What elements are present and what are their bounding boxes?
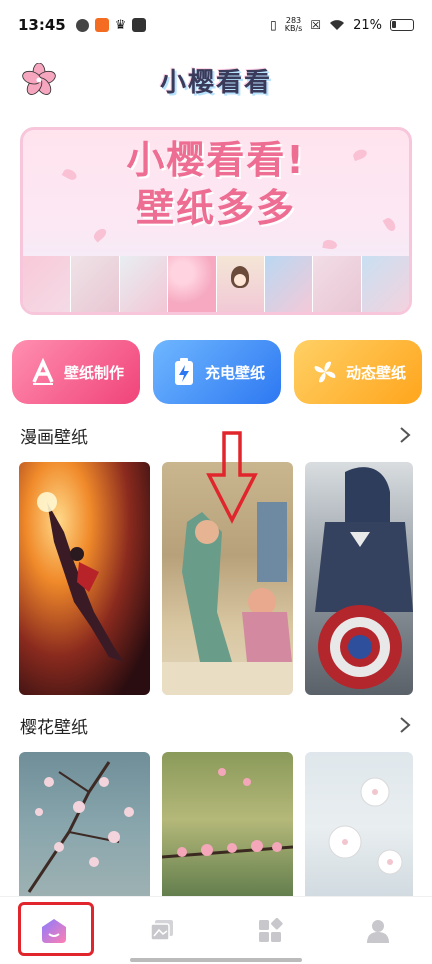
category-row: 壁纸制作 充电壁纸 动态壁纸 [12,340,422,404]
sakura-wallpaper-section-header[interactable]: 樱花壁纸 [20,713,412,738]
wallpaper-thumbnail [313,256,362,312]
wallpaper-card[interactable] [305,462,413,695]
wallpaper-thumbnail [119,256,169,312]
wallpaper-thumbnail [23,256,72,312]
app-notification-icon [94,18,109,32]
crown-icon: ♛ [114,17,127,33]
vibrate-icon: ▯ [270,18,277,32]
live-wallpaper-label: 动态壁纸 [345,363,406,382]
status-bar: 13:45 ♛ ▯ 283 KB/s ☒ 21% [0,0,432,50]
profile-icon [367,919,389,943]
wallpaper-thumbnail [168,256,217,312]
wallpaper-maker-button[interactable]: 壁纸制作 [12,340,140,404]
nav-gallery[interactable] [132,906,192,956]
section-title: 樱花壁纸 [20,717,88,738]
wallpaper-maker-label: 壁纸制作 [63,363,124,382]
app-header: 小樱看看 [0,55,432,105]
hero-figure [37,492,124,662]
status-right: ▯ 283 KB/s ☒ 21% [270,17,414,33]
blossom-flowers [328,777,403,875]
blossom-branch [162,768,293,859]
home-indicator [130,958,302,962]
net-speed: 283 KB/s [284,16,303,33]
chevron-right-icon[interactable] [398,426,412,444]
charging-wallpaper-button[interactable]: 充电壁纸 [153,340,281,404]
hero-figure [315,467,413,689]
battery-percent: 21% [353,17,382,33]
sakura-logo-icon[interactable] [22,63,56,97]
section-title: 漫画壁纸 [20,427,88,448]
apps-icon [259,917,283,942]
wallpaper-card[interactable] [162,752,293,902]
promo-banner[interactable]: 小樱看看! 壁纸多多 [20,127,412,315]
petal-decoration [322,238,338,251]
app-title: 小樱看看 [159,67,272,98]
nav-apps[interactable] [240,906,300,956]
live-wallpaper-button[interactable]: 动态壁纸 [294,340,422,404]
wallpaper-card[interactable] [19,752,150,902]
chevron-right-icon[interactable] [398,716,412,734]
sim-icon: ☒ [310,18,322,32]
wallpaper-card[interactable] [19,462,150,695]
sakura-wallpaper-row [19,752,432,902]
highlight-box [18,902,94,956]
app-notification-icon [75,18,89,32]
banner-headline: 小樱看看! 壁纸多多 [126,138,306,230]
gallery-icon [150,919,173,941]
blossom-branch [27,761,134,893]
message-icon [132,18,147,32]
down-arrow-annotation [206,431,258,524]
nav-profile[interactable] [348,906,408,956]
wallpaper-thumbnail [361,256,409,312]
notification-icons: ♛ [75,17,147,33]
letter-a-icon [28,357,58,387]
wallpaper-thumbnail [71,256,120,312]
charging-wallpaper-label: 充电壁纸 [204,363,265,382]
wifi-icon [330,20,345,30]
banner-wallpaper-strip [23,256,409,312]
pinwheel-icon [310,357,340,387]
wallpaper-card[interactable] [305,752,413,902]
battery-charge-icon [169,357,199,387]
status-time: 13:45 [18,16,66,34]
wallpaper-thumbnail [264,256,314,312]
battery-icon [390,19,414,31]
wallpaper-thumbnail [216,256,265,312]
